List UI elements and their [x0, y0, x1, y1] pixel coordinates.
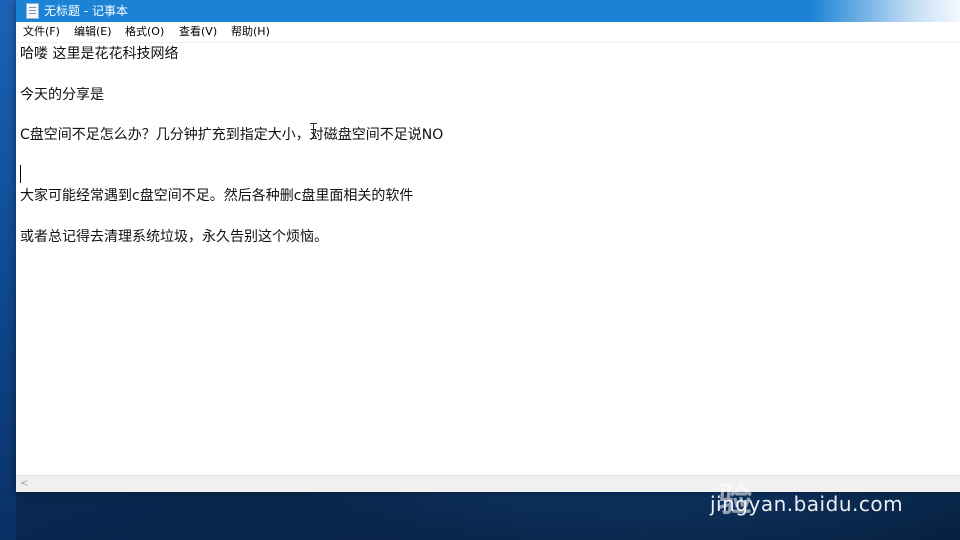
scroll-left-arrow-icon[interactable]: < — [20, 478, 28, 490]
menu-help[interactable]: 帮助(H) — [228, 24, 273, 40]
paw-icon — [817, 439, 843, 471]
window-title: 无标题 - 记事本 — [44, 4, 128, 18]
menu-file[interactable]: 文件(F) — [20, 24, 63, 40]
editor-line-3: C盘空间不足怎么办？几分钟扩充到指定大小，对磁盘空间不足说NO — [20, 127, 444, 143]
editor-line-2: 今天的分享是 — [20, 87, 104, 103]
watermark-url: jingyan.baidu.com — [710, 492, 904, 516]
notepad-window[interactable]: 无标题 - 记事本 文件(F) 编辑(E) 格式(O) 查看(V) 帮助(H) … — [16, 0, 960, 492]
menu-view[interactable]: 查看(V) — [176, 24, 220, 40]
text-caret — [20, 165, 21, 183]
menu-edit[interactable]: 编辑(E) — [71, 24, 115, 40]
desktop-edge — [0, 0, 16, 540]
notepad-icon — [26, 3, 39, 19]
menu-format[interactable]: 格式(O) — [122, 24, 167, 40]
title-bar[interactable]: 无标题 - 记事本 — [16, 0, 960, 22]
editor-line-5: 或者总记得去清理系统垃圾，永久告别这个烦恼。 — [20, 229, 328, 245]
menu-bar: 文件(F) 编辑(E) 格式(O) 查看(V) 帮助(H) — [16, 22, 960, 43]
baidu-jingyan-watermark: Bai du 经验 jingyan.baidu.com — [710, 439, 908, 520]
titlebar-glare — [810, 0, 960, 22]
ibeam-cursor-icon — [310, 123, 317, 139]
editor-line-1: 哈喽 这里是花花科技网络 — [20, 46, 179, 62]
text-editor-area[interactable]: 哈喽 这里是花花科技网络 今天的分享是 C盘空间不足怎么办？几分钟扩充到指定大小… — [16, 43, 960, 475]
editor-line-4: 大家可能经常遇到c盘空间不足。然后各种删c盘里面相关的软件 — [20, 188, 414, 204]
